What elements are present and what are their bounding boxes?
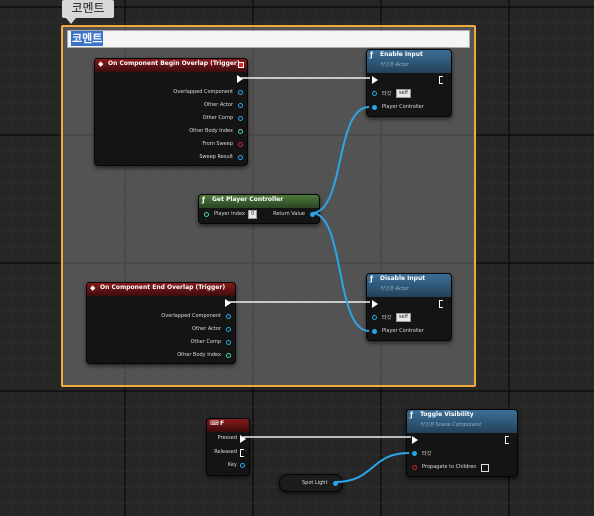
object-wire: [311, 106, 370, 214]
object-wire: [334, 452, 410, 483]
wires-layer: [228, 77, 411, 483]
object-wire: [311, 212, 370, 332]
